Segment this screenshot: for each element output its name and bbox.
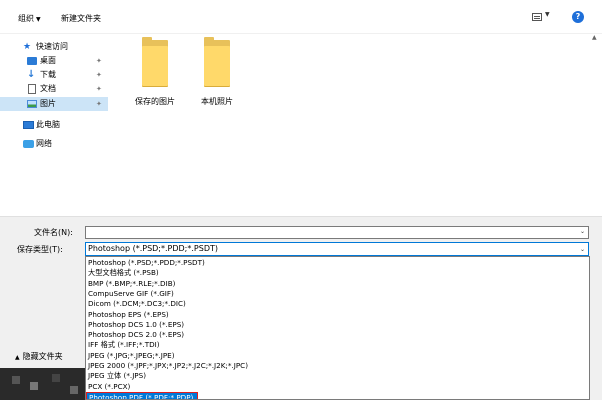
nav-item-quick-access[interactable]: ★ 快速访问 <box>0 40 108 54</box>
chevron-down-icon: ▼ <box>36 16 41 23</box>
desktop-icon <box>27 57 37 65</box>
folder-item[interactable]: 保存的图片 <box>125 37 185 110</box>
filetype-option[interactable]: CompuServe GIF (*.GIF) <box>86 289 589 299</box>
chevron-up-icon: ▲ <box>15 354 20 361</box>
filetype-option[interactable]: Photoshop DCS 2.0 (*.EPS) <box>86 330 589 340</box>
navigation-pane: ★ 快速访问 桌面 ✦ ↓ 下载 ✦ 文档 ✦ 图片 ✦ 此电脑 网络 <box>0 34 110 216</box>
filetype-option[interactable]: JPEG 2000 (*.JPF;*.JPX;*.JP2;*.J2C;*.J2K… <box>86 361 589 371</box>
nav-item-downloads[interactable]: ↓ 下载 ✦ <box>0 68 108 82</box>
filetype-option[interactable]: JPEG (*.JPG;*.JPEG;*.JPE) <box>86 351 589 361</box>
nav-item-label: 网络 <box>36 139 52 148</box>
nav-item-label: 此电脑 <box>36 120 60 129</box>
nav-item-documents[interactable]: 文档 ✦ <box>0 82 108 96</box>
organize-label: 组织 <box>18 14 34 23</box>
view-options-button[interactable]: ▼ <box>532 11 552 24</box>
nav-item-label: 文档 <box>40 84 56 93</box>
help-button[interactable]: ? <box>572 11 584 23</box>
view-options-icon <box>532 13 542 21</box>
folder-item[interactable]: 本机照片 <box>187 37 247 110</box>
file-list: 保存的图片 本机照片 <box>110 34 602 216</box>
folder-icon <box>201 37 233 86</box>
organize-button[interactable]: 组织 ▼ <box>18 12 41 26</box>
filetype-dropdown-list: Photoshop (*.PSD;*.PDD;*.PSDT) 大型文档格式 (*… <box>85 256 590 400</box>
hide-folders-button[interactable]: ▲ 隐藏文件夹 <box>15 351 63 363</box>
hide-folders-label: 隐藏文件夹 <box>22 352 63 361</box>
filetype-option[interactable]: IFF 格式 (*.IFF;*.TDI) <box>86 340 589 350</box>
savetype-select[interactable]: Photoshop (*.PSD;*.PDD;*.PSDT) ⌄ <box>85 242 589 256</box>
computer-icon <box>23 121 34 129</box>
filetype-option[interactable]: PCX (*.PCX) <box>86 382 589 392</box>
star-icon: ★ <box>23 42 32 52</box>
pin-icon[interactable]: ✦ <box>96 97 102 111</box>
folder-icon <box>139 37 171 86</box>
filetype-option[interactable]: Photoshop (*.PSD;*.PDD;*.PSDT) <box>86 258 589 268</box>
chevron-down-icon: ▼ <box>545 11 550 18</box>
pin-icon[interactable]: ✦ <box>96 82 102 96</box>
pictures-icon <box>27 100 37 108</box>
filename-label: 文件名(N): <box>34 228 73 237</box>
nav-item-label: 下载 <box>40 70 56 79</box>
nav-item-this-pc[interactable]: 此电脑 <box>0 118 108 132</box>
chevron-down-icon[interactable]: ⌄ <box>580 228 585 235</box>
chevron-down-icon[interactable]: ⌄ <box>580 244 585 256</box>
scroll-up-icon[interactable]: ▲ <box>592 34 597 41</box>
background-app <box>0 368 85 400</box>
nav-item-label: 桌面 <box>40 56 56 65</box>
network-icon <box>23 140 34 148</box>
filename-input[interactable]: ⌄ <box>85 226 589 239</box>
filetype-option[interactable]: Dicom (*.DCM;*.DC3;*.DIC) <box>86 299 589 309</box>
vertical-scrollbar[interactable]: ▲ <box>590 34 602 216</box>
savetype-value: Photoshop (*.PSD;*.PDD;*.PSDT) <box>88 244 218 253</box>
toolbar: 组织 ▼ 新建文件夹 ▼ ? <box>0 0 602 34</box>
folder-name: 保存的图片 <box>135 97 175 106</box>
pin-icon[interactable]: ✦ <box>96 54 102 68</box>
new-folder-button[interactable]: 新建文件夹 <box>61 12 101 26</box>
filetype-option[interactable]: Photoshop EPS (*.EPS) <box>86 310 589 320</box>
pin-icon[interactable]: ✦ <box>96 68 102 82</box>
nav-item-desktop[interactable]: 桌面 ✦ <box>0 54 108 68</box>
filetype-option-highlighted[interactable]: Photoshop PDF (*.PDF;*.PDP) <box>86 391 198 399</box>
download-icon: ↓ <box>27 69 36 80</box>
nav-item-pictures[interactable]: 图片 ✦ <box>0 97 108 111</box>
folder-name: 本机照片 <box>201 97 233 106</box>
filetype-option[interactable]: 大型文档格式 (*.PSB) <box>86 268 589 278</box>
nav-item-label: 图片 <box>40 99 56 108</box>
filetype-option[interactable]: BMP (*.BMP;*.RLE;*.DIB) <box>86 279 589 289</box>
document-icon <box>28 84 36 94</box>
filetype-option[interactable]: Photoshop DCS 1.0 (*.EPS) <box>86 320 589 330</box>
filetype-option[interactable]: JPEG 立体 (*.JPS) <box>86 371 589 381</box>
nav-item-network[interactable]: 网络 <box>0 137 108 151</box>
savetype-label: 保存类型(T): <box>17 245 63 254</box>
nav-item-label: 快速访问 <box>36 42 68 51</box>
